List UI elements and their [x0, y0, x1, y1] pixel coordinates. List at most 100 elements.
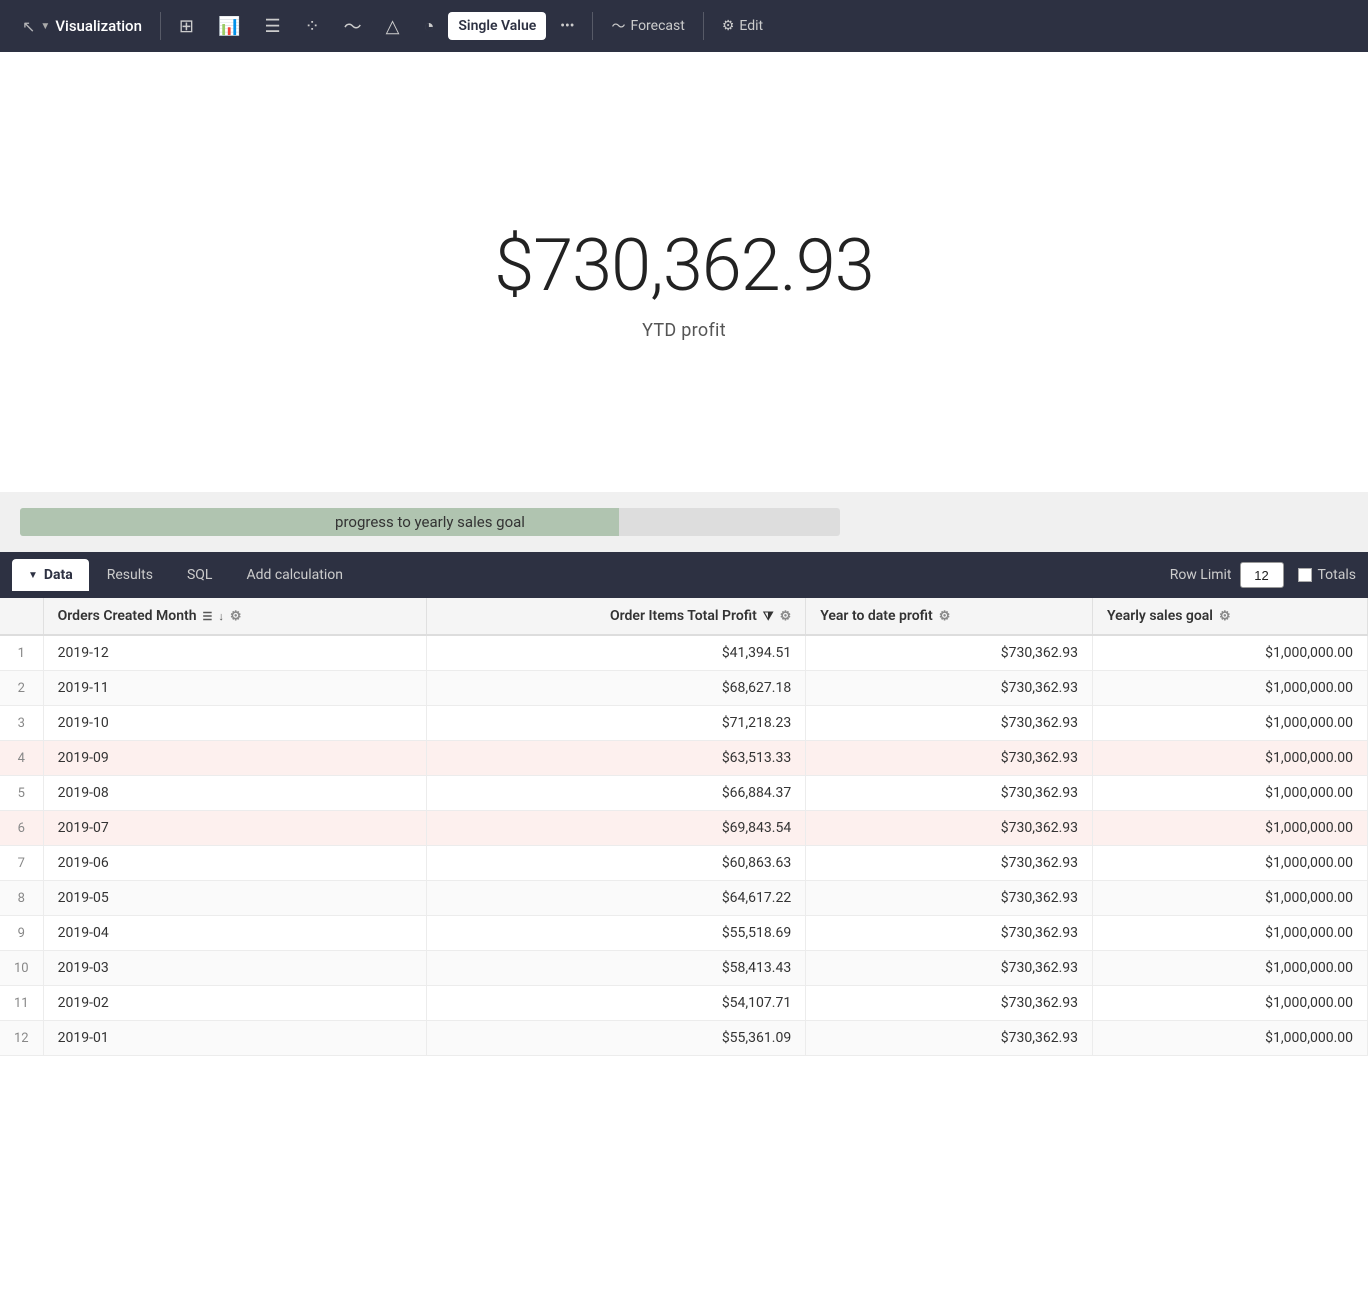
month-cell: 2019-04	[43, 916, 427, 951]
pie-icon: ◔	[424, 16, 435, 37]
area-button[interactable]: △	[376, 10, 410, 43]
col-profit-funnel-icon: ⧩	[763, 609, 774, 624]
edit-button[interactable]: ⚙ Edit	[712, 12, 773, 40]
forecast-label: Forecast	[630, 18, 684, 34]
table-row: 1 2019-12 $41,394.51 $730,362.93 $1,000,…	[0, 635, 1368, 671]
row-limit-input[interactable]	[1240, 562, 1284, 588]
table-row: 2 2019-11 $68,627.18 $730,362.93 $1,000,…	[0, 671, 1368, 706]
edit-icon: ⚙	[722, 18, 735, 34]
col-profit-label: Order Items Total Profit	[610, 608, 757, 624]
col-month-gear[interactable]: ⚙	[230, 609, 242, 624]
month-cell: 2019-03	[43, 951, 427, 986]
table-header: Orders Created Month ☰ ↓ ⚙ Order Items T…	[0, 598, 1368, 635]
progress-label: progress to yearly sales goal	[20, 513, 840, 531]
profit-cell: $64,617.22	[427, 881, 806, 916]
table-row: 6 2019-07 $69,843.54 $730,362.93 $1,000,…	[0, 811, 1368, 846]
col-goal-gear[interactable]: ⚙	[1219, 609, 1231, 624]
area-icon: △	[386, 16, 400, 37]
table-row: 10 2019-03 $58,413.43 $730,362.93 $1,000…	[0, 951, 1368, 986]
row-num-cell: 1	[0, 635, 43, 671]
pivot-button[interactable]: ☰	[254, 10, 290, 43]
ytd-cell: $730,362.93	[806, 951, 1093, 986]
main-visualization: $730,362.93 YTD profit	[0, 52, 1368, 492]
line-icon: 〜	[344, 13, 362, 39]
scatter-button[interactable]: ⁘	[295, 10, 330, 43]
edit-label: Edit	[739, 18, 763, 34]
row-num-cell: 12	[0, 1021, 43, 1056]
profit-cell: $69,843.54	[427, 811, 806, 846]
col-ytd-gear[interactable]: ⚙	[939, 609, 951, 624]
tab-data[interactable]: ▼ Data	[12, 559, 89, 591]
visualization-label: Visualization	[55, 17, 142, 35]
goal-cell: $1,000,000.00	[1093, 671, 1368, 706]
col-header-ytd: Year to date profit ⚙	[806, 598, 1093, 635]
ytd-cell: $730,362.93	[806, 881, 1093, 916]
single-value-label: YTD profit	[642, 320, 726, 341]
col-profit-gear[interactable]: ⚙	[780, 609, 792, 624]
tab-results[interactable]: Results	[91, 559, 169, 591]
table-button[interactable]: ⊞	[169, 10, 204, 43]
col-header-profit: Order Items Total Profit ⧩ ⚙	[427, 598, 806, 635]
month-cell: 2019-10	[43, 706, 427, 741]
tab-add-calc-label: Add calculation	[246, 567, 343, 583]
profit-cell: $58,413.43	[427, 951, 806, 986]
pie-button[interactable]: ◔	[414, 10, 445, 43]
scatter-icon: ⁘	[305, 16, 320, 37]
goal-cell: $1,000,000.00	[1093, 811, 1368, 846]
table-row: 9 2019-04 $55,518.69 $730,362.93 $1,000,…	[0, 916, 1368, 951]
month-cell: 2019-05	[43, 881, 427, 916]
row-num-cell: 4	[0, 741, 43, 776]
more-button[interactable]: •••	[550, 12, 584, 40]
row-limit-area: Row Limit	[1170, 562, 1284, 588]
tab-sql[interactable]: SQL	[171, 559, 228, 591]
goal-cell: $1,000,000.00	[1093, 741, 1368, 776]
goal-cell: $1,000,000.00	[1093, 776, 1368, 811]
goal-cell: $1,000,000.00	[1093, 635, 1368, 671]
totals-area[interactable]: Totals	[1298, 567, 1357, 583]
table-row: 4 2019-09 $63,513.33 $730,362.93 $1,000,…	[0, 741, 1368, 776]
forecast-button[interactable]: 〜 Forecast	[601, 10, 694, 42]
ytd-cell: $730,362.93	[806, 1021, 1093, 1056]
table-row: 7 2019-06 $60,863.63 $730,362.93 $1,000,…	[0, 846, 1368, 881]
month-cell: 2019-11	[43, 671, 427, 706]
month-cell: 2019-09	[43, 741, 427, 776]
ytd-cell: $730,362.93	[806, 741, 1093, 776]
totals-checkbox[interactable]	[1298, 568, 1312, 582]
table-row: 8 2019-05 $64,617.22 $730,362.93 $1,000,…	[0, 881, 1368, 916]
goal-cell: $1,000,000.00	[1093, 846, 1368, 881]
bar-chart-button[interactable]: 📊	[208, 10, 250, 43]
month-cell: 2019-01	[43, 1021, 427, 1056]
line-button[interactable]: 〜	[334, 7, 372, 45]
tab-add-calculation[interactable]: Add calculation	[230, 559, 359, 591]
tab-sql-label: SQL	[187, 567, 212, 583]
goal-cell: $1,000,000.00	[1093, 951, 1368, 986]
table-icon: ⊞	[179, 16, 194, 37]
ytd-cell: $730,362.93	[806, 846, 1093, 881]
table-row: 3 2019-10 $71,218.23 $730,362.93 $1,000,…	[0, 706, 1368, 741]
profit-cell: $66,884.37	[427, 776, 806, 811]
row-num-header	[0, 598, 43, 635]
table-row: 12 2019-01 $55,361.09 $730,362.93 $1,000…	[0, 1021, 1368, 1056]
row-num-cell: 8	[0, 881, 43, 916]
row-num-cell: 9	[0, 916, 43, 951]
sort-list-icon[interactable]: ☰	[203, 610, 213, 623]
goal-cell: $1,000,000.00	[1093, 706, 1368, 741]
goal-cell: $1,000,000.00	[1093, 916, 1368, 951]
single-value-button[interactable]: Single Value	[448, 12, 546, 40]
profit-cell: $55,518.69	[427, 916, 806, 951]
bar-chart-icon: 📊	[218, 16, 240, 37]
profit-cell: $41,394.51	[427, 635, 806, 671]
profit-cell: $54,107.71	[427, 986, 806, 1021]
progress-section: progress to yearly sales goal	[0, 492, 1368, 552]
row-num-cell: 11	[0, 986, 43, 1021]
data-table-container: Orders Created Month ☰ ↓ ⚙ Order Items T…	[0, 598, 1368, 1056]
row-num-cell: 5	[0, 776, 43, 811]
row-limit-label: Row Limit	[1170, 567, 1232, 583]
visualization-menu[interactable]: ↖ ▼ Visualization	[12, 11, 152, 42]
sort-down-icon[interactable]: ↓	[218, 610, 224, 623]
profit-cell: $68,627.18	[427, 671, 806, 706]
tab-data-label: Data	[44, 567, 73, 583]
progress-bar: progress to yearly sales goal	[20, 508, 840, 536]
month-cell: 2019-07	[43, 811, 427, 846]
data-tabs: ▼ Data Results SQL Add calculation Row L…	[0, 552, 1368, 598]
